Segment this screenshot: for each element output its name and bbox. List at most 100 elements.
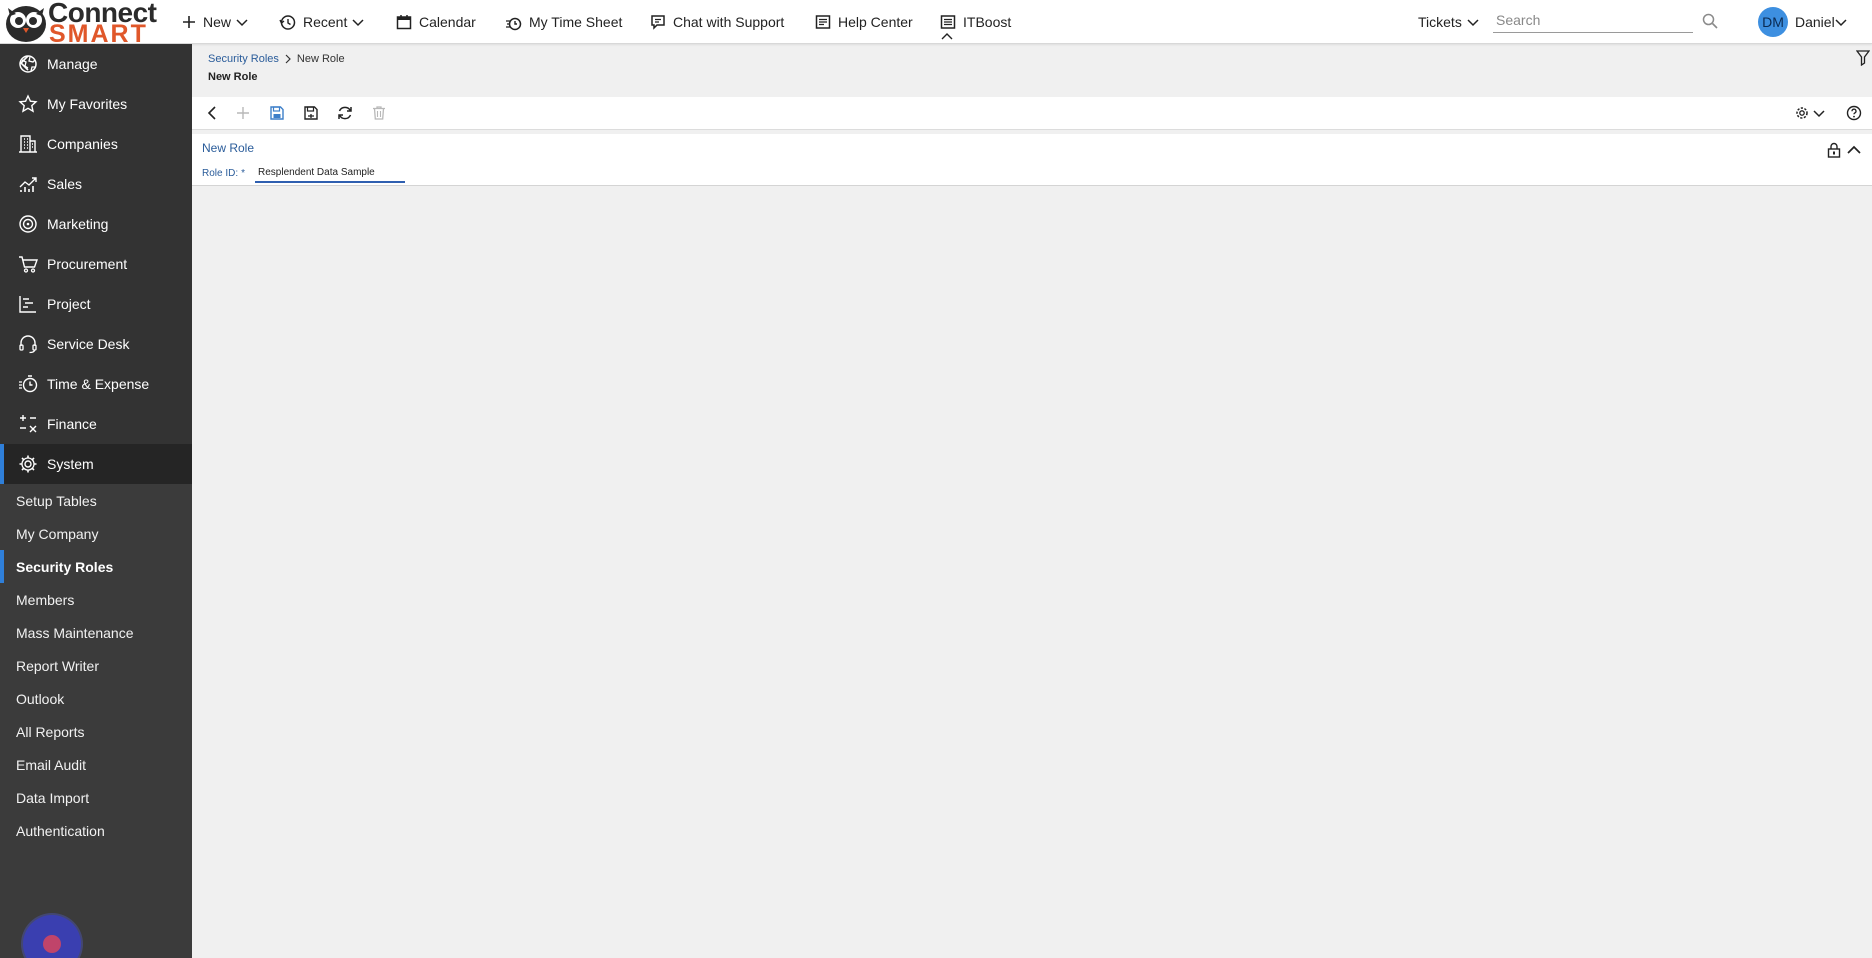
chevron-down-icon xyxy=(236,19,248,27)
chevron-right-icon xyxy=(285,54,291,64)
chevron-up-icon[interactable] xyxy=(1846,142,1862,158)
target-icon xyxy=(19,215,37,233)
document-icon xyxy=(815,15,831,29)
submenu-item-report-writer[interactable]: Report Writer xyxy=(0,649,192,682)
timer-icon xyxy=(19,375,38,393)
user-name: Daniel xyxy=(1795,14,1835,30)
submenu-item-authentication[interactable]: Authentication xyxy=(0,814,192,847)
sidebar-item-time-expense[interactable]: Time & Expense xyxy=(0,364,192,404)
submenu-item-mass-maintenance[interactable]: Mass Maintenance xyxy=(0,616,192,649)
breadcrumb-security-roles[interactable]: Security Roles xyxy=(208,53,279,65)
nav-calendar-label: Calendar xyxy=(419,14,476,30)
role-id-label-text: Role ID: xyxy=(202,168,239,179)
sidebar-item-marketing[interactable]: Marketing xyxy=(0,204,192,244)
refresh-icon[interactable] xyxy=(337,105,353,121)
submenu-item-email-audit[interactable]: Email Audit xyxy=(0,748,192,781)
nav-new-label: New xyxy=(203,14,232,30)
sidebar-item-label: Companies xyxy=(47,136,118,152)
toolbar xyxy=(192,97,1872,130)
owl-logo-icon xyxy=(6,6,46,42)
submenu-item-data-import[interactable]: Data Import xyxy=(0,781,192,814)
nav-my-time-sheet[interactable]: My Time Sheet xyxy=(505,0,622,44)
breadcrumb-current: New Role xyxy=(296,53,345,65)
cart-icon xyxy=(19,256,38,273)
nav-chat-with-support-label: Chat with Support xyxy=(673,14,785,30)
sidebar-item-label: Manage xyxy=(47,56,98,72)
building-icon xyxy=(19,135,37,153)
chat-icon xyxy=(651,15,665,30)
breadcrumb: Security Roles New Role xyxy=(208,52,345,66)
save-and-close-icon[interactable] xyxy=(303,105,319,121)
nav-recent[interactable]: Recent xyxy=(279,0,364,44)
sidebar-item-my-favorites[interactable]: My Favorites xyxy=(0,84,192,124)
submenu-item-my-company[interactable]: My Company xyxy=(0,517,192,550)
sidebar-item-manage[interactable]: Manage xyxy=(0,44,192,84)
section-title: New Role xyxy=(202,141,255,155)
sidebar-item-procurement[interactable]: Procurement xyxy=(0,244,192,284)
sidebar-item-label: Procurement xyxy=(47,256,128,272)
sidebar-item-label: Time & Expense xyxy=(47,376,150,392)
sidebar-submenu: Setup Tables My Company Security Roles M… xyxy=(0,484,192,958)
nav-chat-with-support[interactable]: Chat with Support xyxy=(650,0,784,44)
chevron-left-icon[interactable] xyxy=(18,54,30,72)
required-mark: * xyxy=(241,168,246,179)
role-id-label: Role ID: * xyxy=(202,168,245,179)
chevron-down-icon xyxy=(1467,19,1479,27)
settings-gear-icon[interactable] xyxy=(1794,105,1810,121)
lock-icon[interactable] xyxy=(1827,142,1841,158)
delete-icon[interactable] xyxy=(371,105,387,121)
sidebar-item-sales[interactable]: Sales xyxy=(0,164,192,204)
chevron-down-icon xyxy=(352,19,364,27)
tickets-label: Tickets xyxy=(1418,14,1462,30)
top-bar: Connect SMART New Recent Calendar My Tim… xyxy=(0,0,1872,48)
calculator-icon xyxy=(20,415,37,433)
submenu-item-all-reports[interactable]: All Reports xyxy=(0,715,192,748)
sidebar: Manage My Favorites Companies Sales Mark… xyxy=(0,44,192,958)
stopwatch-icon xyxy=(506,17,522,30)
chat-bubble-button[interactable] xyxy=(23,915,81,958)
nav-help-center[interactable]: Help Center xyxy=(815,0,913,44)
user-menu[interactable]: Daniel xyxy=(1795,0,1847,44)
add-icon[interactable] xyxy=(235,105,251,121)
logo[interactable]: Connect SMART xyxy=(2,0,160,48)
sidebar-item-finance[interactable]: Finance xyxy=(0,404,192,444)
nav-itboost-label: ITBoost xyxy=(963,14,1012,30)
headset-icon xyxy=(19,335,37,354)
search-icon[interactable] xyxy=(1702,13,1718,29)
sidebar-item-system[interactable]: System xyxy=(0,444,192,484)
nav-my-time-sheet-label: My Time Sheet xyxy=(529,14,623,30)
sidebar-item-label: Sales xyxy=(47,176,83,192)
nav-help-center-label: Help Center xyxy=(838,14,913,30)
calendar-icon xyxy=(396,15,412,30)
star-icon xyxy=(18,94,38,113)
gantt-icon xyxy=(19,296,36,313)
help-icon[interactable] xyxy=(1846,105,1862,121)
search-box xyxy=(1493,9,1693,33)
save-icon[interactable] xyxy=(269,105,285,121)
nav-recent-label: Recent xyxy=(303,14,348,30)
sidebar-item-project[interactable]: Project xyxy=(0,284,192,324)
submenu-item-security-roles[interactable]: Security Roles xyxy=(0,550,192,583)
sidebar-item-service-desk[interactable]: Service Desk xyxy=(0,324,192,364)
submenu-item-setup-tables[interactable]: Setup Tables xyxy=(0,484,192,517)
sidebar-item-label: System xyxy=(47,456,94,472)
filter-icon[interactable] xyxy=(1856,50,1870,66)
sidebar-item-label: Project xyxy=(47,296,91,312)
chevron-down-icon[interactable] xyxy=(1813,105,1825,121)
tickets-dropdown[interactable]: Tickets xyxy=(1418,0,1479,44)
submenu-item-members[interactable]: Members xyxy=(0,583,192,616)
page-title: New Role xyxy=(208,71,258,83)
form-panel: New Role Role ID: * xyxy=(192,134,1872,186)
submenu-item-outlook[interactable]: Outlook xyxy=(0,682,192,715)
search-input[interactable] xyxy=(1493,9,1693,31)
sidebar-item-label: Finance xyxy=(47,416,97,432)
chevron-down-icon xyxy=(1835,19,1847,27)
chart-icon xyxy=(19,177,37,192)
avatar[interactable]: DM xyxy=(1758,7,1788,37)
nav-new[interactable]: New xyxy=(182,0,248,44)
nav-calendar[interactable]: Calendar xyxy=(396,0,476,44)
role-id-input[interactable] xyxy=(255,163,405,183)
sidebar-item-label: My Favorites xyxy=(47,96,128,112)
back-icon[interactable] xyxy=(204,105,220,121)
sidebar-item-companies[interactable]: Companies xyxy=(0,124,192,164)
